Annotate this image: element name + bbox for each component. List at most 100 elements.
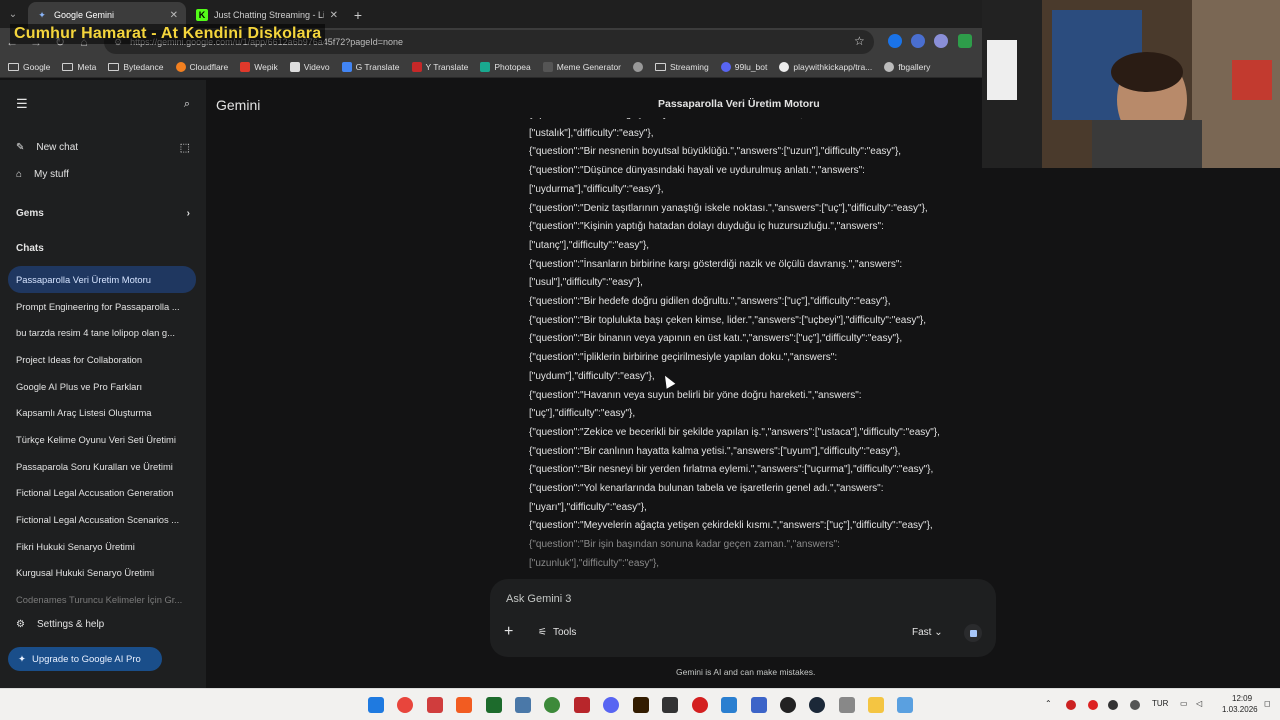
bookmark-item[interactable]: Photopea — [480, 61, 531, 72]
stream-overlay-title: Cumhur Hamarat - At Kendini Diskolara — [10, 24, 326, 44]
bookmark-item[interactable]: Meme Generator — [542, 61, 621, 72]
network-icon[interactable]: ▭ — [1180, 699, 1188, 708]
tray-app-icon[interactable] — [1130, 700, 1140, 710]
chat-item[interactable]: Fikri Hukuki Senaryo Üretimi — [8, 533, 196, 560]
webcam-overlay — [982, 0, 1280, 168]
response-line: ["uydum"],"difficulty":"easy"}, — [529, 370, 655, 382]
bookmark-item[interactable]: Videvo — [289, 61, 330, 72]
folder-icon — [108, 62, 120, 71]
language-indicator[interactable]: TUR — [1152, 699, 1168, 708]
illustrator-icon[interactable] — [633, 697, 649, 713]
hs-app-icon[interactable] — [544, 697, 560, 713]
search-icon[interactable]: ⌕ — [184, 98, 190, 111]
chevron-down-icon: ⌄ — [934, 627, 943, 638]
bookmark-item[interactable]: Google — [8, 62, 50, 72]
sparkle-icon: ✦ — [18, 653, 26, 665]
chat-item[interactable]: Türkçe Kelime Oyunu Veri Seti Üretimi — [8, 426, 196, 453]
discord-icon — [720, 61, 731, 72]
close-tab-icon[interactable]: ✕ — [170, 10, 178, 21]
menu-icon[interactable]: ☰ — [16, 96, 28, 112]
app-icon[interactable] — [751, 697, 767, 713]
bookmark-item[interactable]: Meta — [62, 62, 96, 72]
bookmark-star-icon[interactable]: ☆ — [854, 34, 865, 48]
shield-extension-icon[interactable] — [958, 34, 972, 48]
bookmark-item[interactable]: playwithkickapp/tra... — [779, 61, 872, 72]
obs-icon[interactable] — [780, 697, 796, 713]
tray-app-icon[interactable] — [1108, 700, 1118, 710]
notification-icon[interactable]: ◻ — [1264, 699, 1271, 708]
gear-icon: ⚙ — [16, 619, 25, 630]
close-tab-icon[interactable]: ✕ — [330, 10, 338, 21]
temporary-chat-icon[interactable]: ⬚ — [180, 141, 190, 154]
chat-item[interactable]: Kapsamlı Araç Listesi Oluşturma — [8, 399, 196, 426]
bookmark-item[interactable]: Y Translate — [411, 61, 468, 72]
volume-icon[interactable]: ◁ — [1196, 699, 1202, 708]
extension-icon[interactable] — [888, 34, 902, 48]
record-icon[interactable] — [692, 697, 708, 713]
chat-item[interactable]: Passaparolla Veri Üretim Motoru — [8, 266, 196, 293]
bookmark-item[interactable]: Cloudflare — [175, 61, 228, 72]
bookmark-item[interactable]: 99lu_bot — [720, 61, 767, 72]
chat-item[interactable]: Kurgusal Hukuki Senaryo Üretimi — [8, 560, 196, 587]
bookmark-item[interactable] — [633, 61, 643, 72]
chat-item[interactable]: Codenames Turuncu Kelimeler İçin Gr... — [8, 586, 196, 613]
chat-item[interactable]: Passaparola Soru Kuralları ve Üretimi — [8, 453, 196, 480]
stop-button[interactable] — [964, 624, 982, 642]
app-icon[interactable] — [662, 697, 678, 713]
gems-section[interactable]: Gems › — [0, 196, 206, 231]
chat-item[interactable]: Project Ideas for Collaboration — [8, 346, 196, 373]
chat-item[interactable]: Fictional Legal Accusation Generation — [8, 480, 196, 507]
notepad-icon[interactable] — [897, 697, 913, 713]
discord-icon[interactable] — [603, 697, 619, 713]
prompt-input[interactable]: Ask Gemini 3 — [506, 593, 571, 605]
chat-item[interactable]: Fictional Legal Accusation Scenarios ... — [8, 506, 196, 533]
clock-date[interactable]: 1.03.2026 — [1222, 705, 1258, 714]
webcam-image — [982, 0, 1280, 168]
new-tab-button[interactable]: + — [346, 2, 370, 28]
my-stuff-button[interactable]: ⌂ My stuff — [0, 161, 206, 188]
clock-time[interactable]: 12:09 — [1232, 694, 1252, 703]
tools-button[interactable]: ⚟ Tools — [538, 627, 576, 638]
brave-icon[interactable] — [456, 697, 472, 713]
response-line: {"question":"Zekice ve becerikli bir şek… — [529, 426, 940, 438]
extension-icon[interactable] — [911, 34, 925, 48]
add-file-button[interactable]: + — [504, 623, 513, 641]
terminal-icon[interactable] — [486, 697, 502, 713]
bookmark-item[interactable]: Streaming — [655, 62, 709, 72]
windows-taskbar: ⌃ TUR ▭ ◁ 12:09 1.03.2026 ◻ — [0, 688, 1280, 720]
new-chat-button[interactable]: ✎ New chat ⬚ — [0, 134, 206, 161]
bookmark-item[interactable]: G Translate — [341, 61, 400, 72]
folder-icon — [62, 62, 74, 71]
app-icon[interactable] — [839, 697, 855, 713]
response-line: {"question":"Havanın veya suyun belirli … — [529, 389, 862, 401]
file-explorer-icon[interactable] — [721, 697, 737, 713]
vivaldi-icon[interactable] — [427, 697, 443, 713]
filezilla-icon[interactable] — [574, 697, 590, 713]
chats-heading: Chats — [16, 243, 44, 254]
meme-generator-icon — [542, 61, 553, 72]
model-mode-select[interactable]: Fast ⌄ — [912, 627, 943, 638]
chat-item[interactable]: bu tarzda resim 4 tane lolipop olan g... — [8, 319, 196, 346]
chrome-icon[interactable] — [397, 697, 413, 713]
chat-item[interactable]: Google AI Plus ve Pro Farkları — [8, 373, 196, 400]
folder-icon — [8, 62, 19, 71]
response-line: {"question":"Zamanın geçmesiyle elde edi… — [529, 118, 999, 125]
gemini-brand[interactable]: Gemini — [216, 97, 260, 113]
response-line: ["uç"],"difficulty":"easy"}, — [529, 408, 636, 420]
tray-app-icon[interactable] — [1088, 700, 1098, 710]
response-line: {"question":"Bir nesneyi bir yerden fırl… — [529, 464, 934, 476]
tray-app-icon[interactable] — [1066, 700, 1076, 710]
upgrade-button[interactable]: ✦ Upgrade to Google AI Pro — [8, 647, 162, 671]
bookmark-item[interactable]: Wepik — [240, 61, 278, 72]
bookmark-item[interactable]: Bytedance — [108, 62, 164, 72]
folder-icon[interactable] — [868, 697, 884, 713]
show-hidden-icons-icon[interactable]: ⌃ — [1045, 699, 1052, 708]
app-icon[interactable] — [515, 697, 531, 713]
steam-icon[interactable] — [809, 697, 825, 713]
bookmark-item[interactable]: fbgallery — [884, 61, 930, 72]
extension-icon[interactable] — [934, 34, 948, 48]
gemini-sidebar: ☰ ⌕ ✎ New chat ⬚ ⌂ My stuff Gems › Chats Pa… — [0, 80, 206, 688]
windows-start-icon[interactable] — [368, 697, 384, 713]
chat-item[interactable]: Prompt Engineering for Passaparolla ... — [8, 293, 196, 320]
settings-help-button[interactable]: ⚙ Settings & help — [0, 611, 206, 638]
